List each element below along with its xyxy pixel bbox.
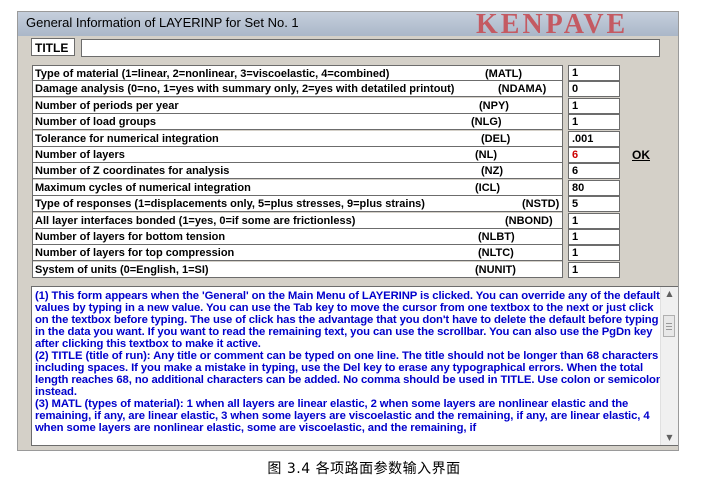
- parameter-row: Number of load groups (NLG): [32, 114, 562, 130]
- parameter-row: System of units (0=English, 1=SI) (NUNIT): [32, 262, 562, 278]
- parameter-code: (NBOND): [505, 215, 553, 227]
- parameter-label: Type of responses (1=displacements only,…: [35, 198, 425, 210]
- help-scrollbar[interactable]: ▲ ▼: [660, 287, 678, 445]
- parameter-row: Number of layers for bottom tension (NLBT…: [32, 229, 562, 245]
- parameter-label: Tolerance for numerical integration: [35, 133, 219, 145]
- parameter-code: (NLBT): [478, 231, 515, 243]
- title-input[interactable]: [81, 39, 660, 57]
- parameter-code: (NPY): [479, 100, 509, 112]
- parameter-value-input[interactable]: 5: [568, 196, 620, 212]
- scroll-down-arrow-icon[interactable]: ▼: [661, 431, 678, 445]
- parameter-label: Number of layers: [35, 149, 125, 161]
- parameter-value-input[interactable]: 1: [568, 65, 620, 81]
- figure-caption: 图 3.4 各项路面参数输入界面: [267, 461, 461, 477]
- parameter-value-input[interactable]: 6: [568, 147, 620, 163]
- parameter-label: Number of periods per year: [35, 100, 179, 112]
- parameter-code: (NLG): [471, 116, 502, 128]
- parameter-code: (DEL): [481, 133, 511, 145]
- kenpave-logo: KENPAVE: [476, 12, 629, 39]
- general-info-dialog: General Information of LAYERINP for Set …: [18, 12, 678, 450]
- parameter-label: System of units (0=English, 1=SI): [35, 264, 209, 276]
- parameter-value-input[interactable]: 80: [568, 180, 620, 196]
- parameter-label: Damage analysis (0=no, 1=yes with summar…: [35, 83, 455, 95]
- parameter-label: Number of layers for bottom tension: [35, 231, 226, 243]
- scroll-up-arrow-icon[interactable]: ▲: [661, 287, 678, 301]
- parameter-row: Damage analysis (0=no, 1=yes with summar…: [32, 81, 562, 97]
- parameter-code: (MATL): [485, 68, 523, 80]
- parameter-value-input[interactable]: 1: [568, 262, 620, 278]
- title-bar[interactable]: General Information of LAYERINP for Set …: [18, 12, 678, 39]
- title-label: TITLE: [31, 38, 75, 56]
- parameter-label: Number of load groups: [35, 116, 156, 128]
- parameter-row: Number of layers (NL): [32, 147, 562, 163]
- parameter-value-input[interactable]: 1: [568, 98, 620, 114]
- parameter-row: Maximum cycles of numerical integration (…: [32, 180, 562, 196]
- parameter-row: Type of responses (1=displacements only,…: [32, 196, 562, 212]
- parameter-value-input[interactable]: .001: [568, 131, 620, 147]
- scroll-thumb[interactable]: [663, 315, 675, 337]
- parameter-value-input[interactable]: 1: [568, 229, 620, 245]
- parameter-row: Number of periods per year (NPY): [32, 98, 562, 114]
- parameter-label: Maximum cycles of numerical integration: [35, 182, 251, 194]
- parameter-label: Number of Z coordinates for analysis: [35, 165, 230, 177]
- parameter-label: All layer interfaces bonded (1=yes, 0=if…: [35, 215, 356, 227]
- parameter-code: (NZ): [481, 165, 503, 177]
- help-text: (1) This form appears when the 'General'…: [35, 290, 663, 434]
- parameter-value-input[interactable]: 1: [568, 245, 620, 261]
- parameter-value-input[interactable]: 6: [568, 163, 620, 179]
- window-title: General Information of LAYERINP for Set …: [26, 15, 299, 30]
- ok-button[interactable]: OK: [632, 148, 650, 162]
- parameter-code: (ICL): [475, 182, 501, 194]
- parameter-code: (NSTD): [522, 198, 560, 210]
- parameter-code: (NUNIT): [475, 264, 516, 276]
- parameter-row: All layer interfaces bonded (1=yes, 0=if…: [32, 213, 562, 229]
- parameter-code: (NLTC): [478, 247, 514, 259]
- parameter-value-input[interactable]: 1: [568, 213, 620, 229]
- parameter-row: Tolerance for numerical integration (DEL): [32, 131, 562, 147]
- parameter-label: Type of material (1=linear, 2=nonlinear,…: [35, 68, 390, 80]
- parameter-code: (NL): [475, 149, 497, 161]
- parameter-row: Number of layers for top compression (NLT…: [32, 245, 562, 261]
- parameter-label: Number of layers for top compression: [35, 247, 235, 259]
- parameter-code: (NDAMA): [498, 83, 547, 95]
- parameter-row: Number of Z coordinates for analysis (NZ): [32, 163, 562, 179]
- help-textbox[interactable]: (1) This form appears when the 'General'…: [31, 286, 678, 446]
- parameter-value-input[interactable]: 0: [568, 81, 620, 97]
- parameter-value-input[interactable]: 1: [568, 114, 620, 130]
- parameter-row: Type of material (1=linear, 2=nonlinear,…: [32, 65, 562, 81]
